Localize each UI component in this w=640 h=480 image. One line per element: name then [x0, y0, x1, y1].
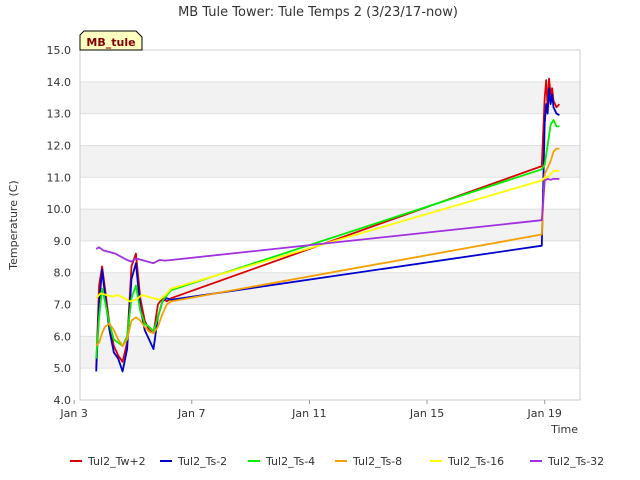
- y-axis-ticks: 4.0 5.0 6.0 7.0 8.0 9.0 10.0 11.0 12.0 13.0 14.0 15…: [47, 44, 72, 407]
- y-tick-label: 10.0: [47, 203, 72, 216]
- x-tick-label: Jan 3: [59, 407, 87, 420]
- x-tick-label: Jan 11: [291, 407, 326, 420]
- legend: Tul2_Tw+2 Tul2_Ts-2 Tul2_Ts-4 Tul2_Ts-8 Tul2…: [70, 455, 604, 468]
- y-tick-label: 15.0: [47, 44, 72, 57]
- x-tick-label: Jan 7: [177, 407, 205, 420]
- site-badge-label: MB_tule: [86, 36, 135, 49]
- legend-item: Tul2_Ts-4: [248, 455, 315, 468]
- x-axis-ticks: Jan 3 Jan 7 Jan 11 Jan 15 Jan 19: [59, 400, 562, 420]
- grid-band: [80, 145, 580, 178]
- grid-band: [80, 81, 580, 114]
- legend-label: Tul2_Ts-8: [352, 455, 402, 468]
- y-tick-label: 6.0: [54, 330, 72, 343]
- y-tick-label: 8.0: [54, 267, 72, 280]
- chart: MB Tule Tower: Tule Temps 2 (3/23/17-now…: [7, 5, 604, 468]
- y-tick-label: 9.0: [54, 235, 72, 248]
- y-tick-label: 11.0: [47, 171, 72, 184]
- x-tick-label: Jan 15: [409, 407, 444, 420]
- y-tick-label: 5.0: [54, 362, 72, 375]
- chart-title: MB Tule Tower: Tule Temps 2 (3/23/17-now…: [178, 5, 458, 20]
- legend-label: Tul2_Tw+2: [87, 455, 146, 468]
- y-tick-label: 13.0: [47, 108, 72, 121]
- legend-label: Tul2_Ts-16: [447, 455, 504, 468]
- y-tick-label: 7.0: [54, 299, 72, 312]
- x-tick-label: Jan 19: [526, 407, 561, 420]
- y-tick-label: 12.0: [47, 139, 72, 152]
- legend-item: Tul2_Ts-32: [530, 455, 604, 468]
- y-tick-label: 4.0: [54, 394, 72, 407]
- legend-label: Tul2_Ts-2: [177, 455, 227, 468]
- y-axis-label: Temperature (C): [7, 180, 20, 270]
- y-tick-label: 14.0: [47, 76, 72, 89]
- plot-area: [79, 49, 581, 401]
- legend-label: Tul2_Ts-32: [547, 455, 604, 468]
- x-axis-label: Time: [550, 423, 578, 436]
- legend-item: Tul2_Ts-16: [430, 455, 504, 468]
- site-badge: MB_tule: [79, 30, 143, 51]
- legend-item: Tul2_Ts-8: [335, 455, 402, 468]
- legend-item: Tul2_Tw+2: [70, 455, 146, 468]
- legend-label: Tul2_Ts-4: [265, 455, 315, 468]
- legend-item: Tul2_Ts-2: [160, 455, 227, 468]
